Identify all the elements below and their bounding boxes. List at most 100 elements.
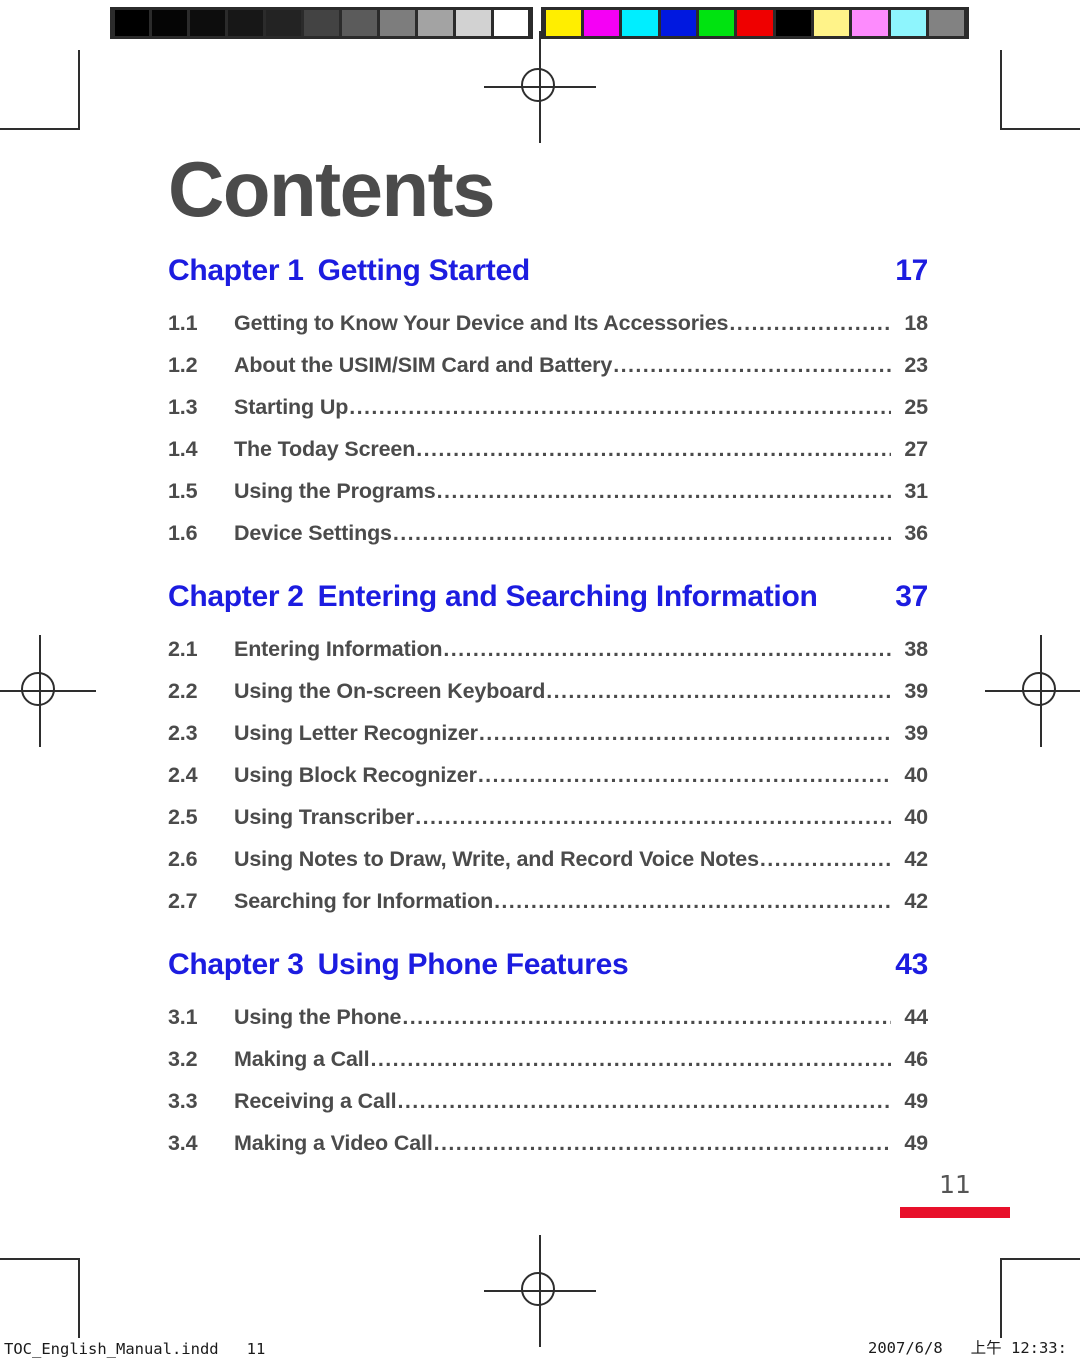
- section-number: 3.4: [168, 1131, 198, 1155]
- chapter-heading[interactable]: Chapter 3 Using Phone Features 43: [168, 948, 928, 982]
- toc-chapter-list: Chapter 1 Getting Started 17 1.1 Getting to …: [168, 254, 928, 1164]
- registration-ring-icon: [521, 68, 555, 102]
- section-number: 2.6: [168, 847, 198, 871]
- page-title: Contents: [168, 145, 495, 233]
- toc-entry[interactable]: 3.2 Making a Call 46: [168, 1038, 928, 1080]
- chapter-page-number: 37: [895, 580, 928, 613]
- dot-leader: [393, 512, 891, 554]
- dot-leader: [415, 796, 891, 838]
- grayscale-patch-5: [304, 10, 339, 36]
- dot-leader: [494, 880, 891, 922]
- section-page-number: 25: [904, 395, 928, 419]
- crop-mark-bottom-left: [0, 1258, 80, 1338]
- color-patch-5: [737, 10, 773, 36]
- section-title: Making a Call: [234, 1047, 370, 1071]
- section-number: 3.3: [168, 1089, 198, 1113]
- registration-mark-left: [0, 635, 96, 747]
- toc-entry[interactable]: 1.4 The Today Screen 27: [168, 428, 928, 470]
- toc-entry[interactable]: 1.6 Device Settings 36: [168, 512, 928, 554]
- toc-entry[interactable]: 1.5 Using the Programs 31: [168, 470, 928, 512]
- section-number: 2.4: [168, 763, 198, 787]
- toc-entry[interactable]: 1.1 Getting to Know Your Device and Its A…: [168, 302, 928, 344]
- registration-ring-icon: [1022, 672, 1056, 706]
- section-title: Device Settings: [234, 521, 392, 545]
- section-title: The Today Screen: [234, 437, 416, 461]
- dot-leader: [349, 386, 891, 428]
- toc-entry[interactable]: 1.2 About the USIM/SIM Card and Battery 23: [168, 344, 928, 386]
- registration-mark-top: [484, 31, 596, 143]
- crop-mark-bottom-right: [1000, 1258, 1080, 1338]
- section-number: 2.3: [168, 721, 198, 745]
- toc-entry[interactable]: 3.4 Making a Video Call 49: [168, 1122, 928, 1164]
- section-page-number: 23: [904, 353, 928, 377]
- dot-leader: [478, 754, 891, 796]
- section-number: 2.5: [168, 805, 198, 829]
- dot-leader: [760, 838, 891, 880]
- toc-entry[interactable]: 2.2 Using the On-screen Keyboard 39: [168, 670, 928, 712]
- grayscale-patch-7: [379, 10, 415, 36]
- toc-entry[interactable]: 2.6 Using Notes to Draw, Write, and Recor…: [168, 838, 928, 880]
- grayscale-patch-1: [152, 10, 188, 36]
- section-number: 2.2: [168, 679, 198, 703]
- section-number: 1.3: [168, 395, 198, 419]
- section-page-number: 31: [904, 479, 928, 503]
- color-calibration-strip: [541, 7, 969, 39]
- section-title: Starting Up: [234, 395, 349, 419]
- toc-entry[interactable]: 1.3 Starting Up 25: [168, 386, 928, 428]
- registration-ring-icon: [521, 1272, 555, 1306]
- section-page-number: 40: [904, 805, 928, 829]
- grayscale-patch-6: [341, 10, 377, 36]
- toc-entry[interactable]: 2.4 Using Block Recognizer 40: [168, 754, 928, 796]
- section-title: Using Letter Recognizer: [234, 721, 478, 745]
- color-patch-2: [622, 10, 658, 36]
- toc-entry[interactable]: 2.3 Using Letter Recognizer 39: [168, 712, 928, 754]
- grayscale-patch-8: [417, 10, 453, 36]
- section-page-number: 36: [904, 521, 928, 545]
- dot-leader: [729, 302, 891, 344]
- chapter-label: Chapter 1: [168, 254, 304, 287]
- registration-mark-bottom: [484, 1235, 596, 1347]
- footer-slug-filename: TOC_English_Manual.indd 11: [4, 1340, 266, 1358]
- grayscale-patch-4: [266, 10, 302, 36]
- grayscale-patch-2: [190, 10, 226, 36]
- dot-leader: [398, 1080, 891, 1122]
- toc-entry[interactable]: 3.3 Receiving a Call 49: [168, 1080, 928, 1122]
- section-number: 1.2: [168, 353, 198, 377]
- section-title: Using the Phone: [234, 1005, 402, 1029]
- crop-mark-top-right: [1000, 50, 1080, 130]
- color-patch-10: [929, 10, 965, 36]
- section-number: 2.1: [168, 637, 198, 661]
- section-page-number: 44: [904, 1005, 928, 1029]
- section-page-number: 42: [904, 847, 928, 871]
- color-patch-6: [775, 10, 812, 36]
- dot-leader: [437, 470, 891, 512]
- crop-mark-top-left: [0, 50, 80, 130]
- chapter-heading[interactable]: Chapter 2 Entering and Searching Informat…: [168, 580, 928, 614]
- dot-leader: [613, 344, 891, 386]
- chapter-title: Getting Started: [317, 254, 530, 287]
- section-title: Using the On-screen Keyboard: [234, 679, 546, 703]
- section-page-number: 49: [904, 1089, 928, 1113]
- chapter-page-number: 43: [895, 948, 928, 981]
- registration-mark-right: [985, 635, 1080, 747]
- registration-ring-icon: [21, 672, 55, 706]
- color-patch-4: [698, 10, 735, 36]
- chapter-heading[interactable]: Chapter 1 Getting Started 17: [168, 254, 928, 288]
- color-patch-3: [660, 10, 696, 36]
- chapter-title: Using Phone Features: [317, 948, 629, 981]
- toc-entry[interactable]: 3.1 Using the Phone 44: [168, 996, 928, 1038]
- chapter-label: Chapter 3: [168, 948, 304, 981]
- section-page-number: 46: [904, 1047, 928, 1071]
- dot-leader: [402, 996, 891, 1038]
- toc-entry[interactable]: 2.7 Searching for Information 42: [168, 880, 928, 922]
- section-number: 2.7: [168, 889, 198, 913]
- dot-leader: [479, 712, 891, 754]
- section-title: Receiving a Call: [234, 1089, 397, 1113]
- section-title: Searching for Information: [234, 889, 494, 913]
- folio: 11: [900, 1172, 1010, 1218]
- section-title: Using Notes to Draw, Write, and Record V…: [234, 847, 759, 871]
- toc-entry[interactable]: 2.5 Using Transcriber 40: [168, 796, 928, 838]
- toc-entry[interactable]: 2.1 Entering Information 38: [168, 628, 928, 670]
- section-title: Entering Information: [234, 637, 443, 661]
- chapter-title: Entering and Searching Information: [317, 580, 818, 613]
